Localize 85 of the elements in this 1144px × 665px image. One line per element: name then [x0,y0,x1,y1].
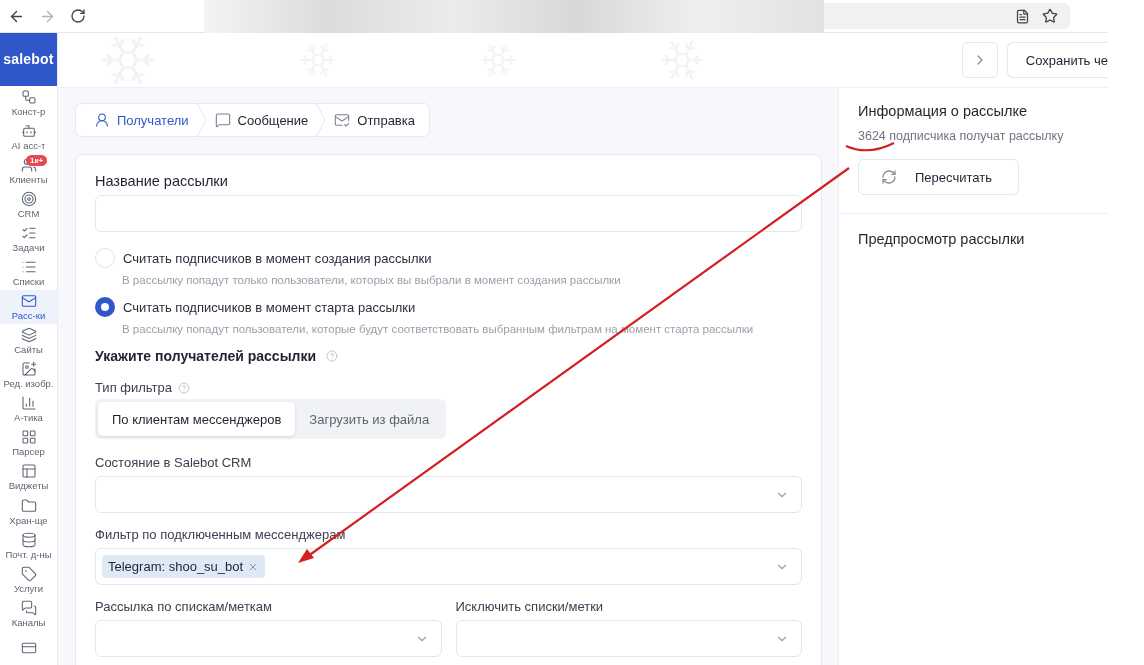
tag-chip: Telegram: shoo_su_bot [102,555,266,578]
folder-icon [20,497,37,514]
sidebar-label: Сайты [14,344,43,356]
field-label: Исключить списки/метки [455,599,605,614]
step-tab[interactable]: Сообщение [208,112,315,128]
user-icon [94,112,110,128]
bar-chart-icon [20,395,37,412]
step-tab[interactable]: Получатели [88,112,195,128]
sidebar-label: Виджеты [8,480,49,492]
sidebar-label: Хран-ще [9,514,48,526]
sidebar-label: Услуги [13,582,44,594]
field-label: Название рассылки [95,173,229,189]
help-icon[interactable] [326,350,339,362]
sidebar-label: Почт. д-ны [5,548,52,560]
sidebar-item[interactable]: Сайты [0,324,57,359]
field-label: Рассылка по спискам/меткам [95,599,273,614]
grid-icon [20,429,37,446]
segment-tab[interactable]: По клиентам мессенджеров [98,402,296,436]
radio-button[interactable] [95,297,115,317]
sidebar-item[interactable]: Списки [0,255,57,291]
field-label: Тип фильтра [95,380,172,395]
section-heading: Укажите получателей рассылки [95,348,317,364]
panel-icon [20,463,37,480]
list-icon [20,259,37,275]
select-field[interactable] [455,620,802,657]
sidebar-item[interactable]: AI асс-т [0,119,57,154]
panel-title: Предпросмотр рассылки [858,231,1025,247]
sidebar-item[interactable]: 1к+ Клиенты [0,153,57,188]
input-field[interactable] [95,195,802,232]
sidebar-label: Конст-р [11,105,46,117]
sidebar-item[interactable]: Расс-ки [0,290,57,325]
save-button[interactable]: Сохранить че [1006,42,1108,78]
reader-icon[interactable] [1015,8,1030,24]
sidebar-item[interactable]: Почт. д-ны [0,528,57,563]
sidebar-item[interactable]: Парсер [0,426,57,461]
chat-icon [214,112,231,128]
database-icon [20,531,37,548]
select-field[interactable] [95,620,442,657]
image-icon [20,361,37,378]
sidebar-label: Ред. изобр. [3,378,54,390]
field-label: Состояние в Salebot CRM [95,455,253,470]
sidebar-label: AI асс-т [11,139,46,151]
tag-icon [20,565,37,582]
sidebar-item[interactable]: Задачи [0,221,57,256]
select-field[interactable] [95,476,802,513]
star-icon[interactable] [1042,8,1058,24]
panel-title: Информация о рассылке [858,103,1027,119]
sidebar-item[interactable]: Ред. изобр. [0,358,57,393]
sidebar-label: А-тика [14,412,43,424]
salebot-logo[interactable]: salebot [0,33,57,86]
sidebar-item[interactable]: CRM [0,187,57,222]
segment-tab[interactable]: Загрузить из файла [295,402,444,436]
refresh-icon [881,169,897,185]
subscriber-count: 3624 подписчика получат рассылку [858,129,1064,143]
radio-label: Считать подписчиков в момент создания рассылки [123,250,432,266]
sidebar-label: Задачи [12,241,45,253]
sidebar-label: Расс-ки [11,310,46,322]
select-field[interactable]: Telegram: shoo_su_bot [95,548,802,585]
mail-icon [334,112,351,128]
target-icon [20,190,37,207]
recalculate-button[interactable]: Пересчитать [858,159,1019,195]
sidebar-item[interactable]: Каналы [0,596,57,631]
layers-icon [20,327,37,344]
hint-text: В рассылку попадут только пользователи, которых вы выбрали в момент создания рассылки [121,274,622,286]
sidebar-label: Клиенты [9,173,48,185]
chat-icon [20,599,37,616]
next-button[interactable] [961,42,998,78]
reload-icon[interactable] [70,8,86,24]
sidebar-label: Парсер [12,446,45,458]
bot-icon [20,122,37,139]
sidebar-item[interactable]: Услуги [0,562,57,597]
sidebar-item[interactable]: Виджеты [0,460,57,495]
step-tab[interactable]: Отправка [328,112,421,128]
sidebar-item[interactable]: А-тика [0,392,57,427]
sidebar-label: Списки [12,276,45,287]
sidebar-label: Каналы [11,616,46,628]
radio-label: Считать подписчиков в момент старта рассылки [123,299,416,315]
help-icon[interactable] [178,381,190,394]
annotation-underline [845,142,895,152]
sidebar-item[interactable]: Хран-ще [0,494,57,529]
count-badge: 1к+ [26,154,48,166]
flowchart-icon [20,88,37,105]
sidebar-item[interactable]: Конст-р [0,85,57,120]
mail-icon [20,293,37,310]
sidebar-label: CRM [17,207,40,219]
